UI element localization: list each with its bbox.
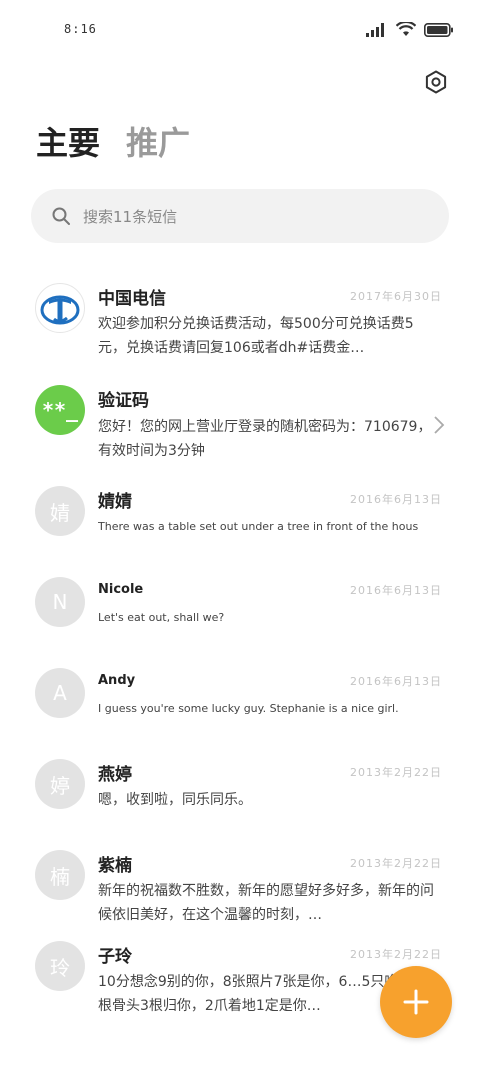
avatar: A — [35, 668, 85, 718]
avatar: **_ — [35, 385, 85, 435]
message-date: 2013年2月22日 — [350, 857, 442, 870]
search-bar[interactable]: 搜索11条短信 — [31, 189, 449, 243]
message-date: 2017年6月30日 — [350, 290, 442, 303]
avatar: 婧 — [35, 486, 85, 536]
sender-name: 验证码 — [98, 391, 149, 411]
sender-name: 婧婧 — [98, 492, 132, 512]
status-bar: 8:16 — [0, 0, 480, 60]
sender-name: 燕婷 — [98, 765, 132, 785]
conversation-item[interactable]: 中国电信 2017年6月30日 欢迎参加积分兑换话费活动，每500分可兑换话费5… — [0, 266, 480, 357]
message-preview: I guess you're some lucky guy. Stephanie… — [98, 702, 399, 715]
search-placeholder: 搜索11条短信 — [83, 207, 178, 226]
conversation-item[interactable]: N Nicole 2016年6月13日 Let's eat out, shall… — [0, 560, 480, 651]
avatar: 楠 — [35, 850, 85, 900]
signal-icon — [366, 22, 384, 37]
settings-button[interactable] — [422, 68, 450, 96]
wifi-icon — [396, 22, 416, 36]
avatar: 婷 — [35, 759, 85, 809]
conversation-item[interactable]: 楠 紫楠 2013年2月22日 新年的祝福数不胜数，新年的愿望好多好多，新年的问… — [0, 833, 480, 924]
conversation-item[interactable]: 婧 婧婧 2016年6月13日 There was a table set ou… — [0, 469, 480, 560]
tab-bar: 主要 推广 — [36, 118, 190, 164]
sender-name: 子玲 — [98, 947, 132, 967]
status-time: 8:16 — [64, 22, 97, 36]
conversation-item[interactable]: A Andy 2016年6月13日 I guess you're some lu… — [0, 651, 480, 742]
message-preview: Let's eat out, shall we? — [98, 611, 225, 624]
status-icons — [366, 22, 454, 37]
avatar: 玲 — [35, 941, 85, 991]
message-list: 中国电信 2017年6月30日 欢迎参加积分兑换话费活动，每500分可兑换话费5… — [0, 266, 480, 1015]
message-preview: 您好！您的网上营业厅登录的随机密码为：710679，有效时间为3分钟 — [98, 419, 432, 459]
chevron-right-icon — [434, 416, 445, 434]
battery-icon — [424, 22, 453, 37]
sender-name: 紫楠 — [98, 856, 132, 876]
search-icon — [52, 207, 70, 225]
compose-button[interactable] — [380, 966, 452, 1038]
avatar: N — [35, 577, 85, 627]
message-date: 2013年2月22日 — [350, 948, 442, 961]
sender-name: Andy — [98, 673, 136, 688]
message-date: 2016年6月13日 — [350, 584, 442, 597]
message-date: 2013年2月22日 — [350, 766, 442, 779]
plus-icon — [403, 989, 429, 1015]
message-date: 2016年6月13日 — [350, 493, 442, 506]
settings-icon — [425, 70, 447, 94]
conversation-item[interactable]: 婷 燕婷 2013年2月22日 嗯，收到啦，同乐同乐。 — [0, 742, 480, 833]
message-preview: 新年的祝福数不胜数，新年的愿望好多好多，新年的问候依旧美好，在这个温馨的时刻，… — [98, 883, 434, 923]
sender-name: 中国电信 — [98, 289, 166, 309]
message-preview: There was a table set out under a tree i… — [98, 520, 419, 533]
conversation-item[interactable]: **_ 验证码 您好！您的网上营业厅登录的随机密码为：710679，有效时间为3… — [0, 357, 480, 469]
message-preview: 嗯，收到啦，同乐同乐。 — [98, 792, 252, 808]
tab-promotions[interactable]: 推广 — [126, 118, 190, 164]
sender-name: Nicole — [98, 582, 144, 597]
china-telecom-logo-icon — [35, 283, 85, 333]
tab-primary[interactable]: 主要 — [36, 118, 100, 164]
message-preview: 欢迎参加积分兑换话费活动，每500分可兑换话费5元，兑换话费请回复106或者dh… — [98, 316, 414, 356]
message-date: 2016年6月13日 — [350, 675, 442, 688]
